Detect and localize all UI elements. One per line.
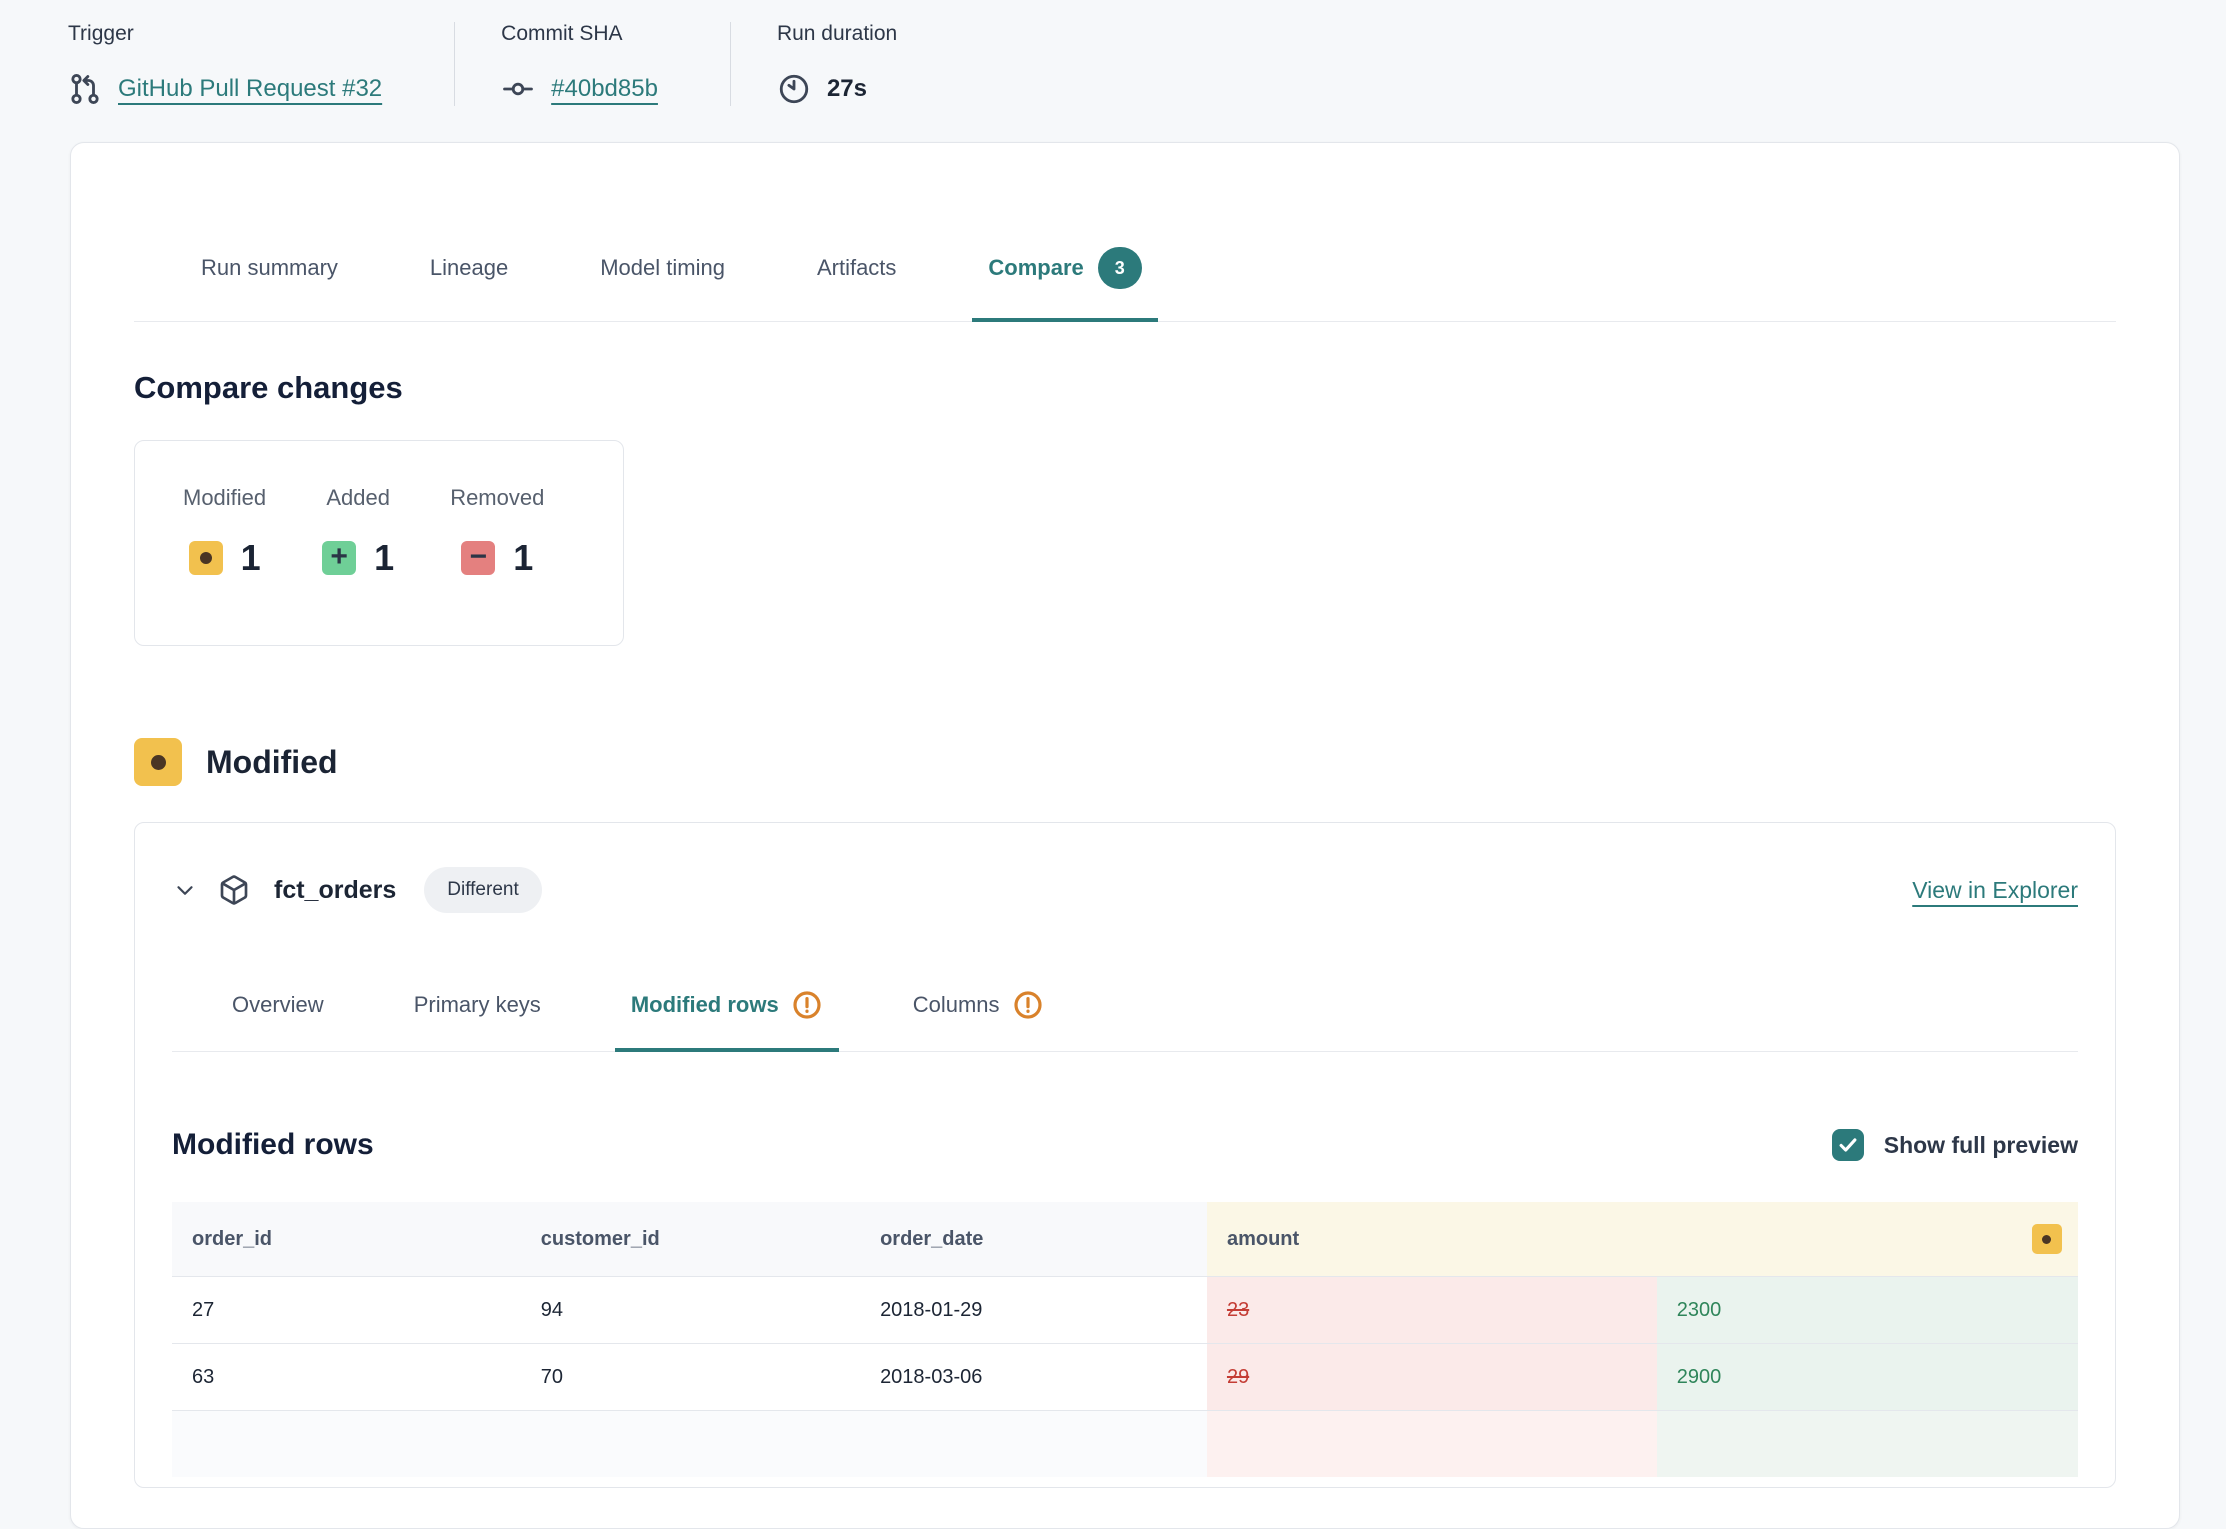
stat-removed: Removed − 1 [450, 485, 544, 579]
table-header-row: order_id customer_id order_date amount [172, 1202, 2078, 1276]
stat-added-count: 1 [374, 537, 394, 579]
duration-value: 27s [827, 75, 867, 103]
run-header: Trigger GitHub Pull Request #32 Commit S… [0, 0, 2226, 106]
trigger-label: Trigger [68, 22, 382, 46]
duration-column: Run duration 27s [730, 22, 969, 106]
trigger-column: Trigger GitHub Pull Request #32 [68, 22, 454, 106]
stat-removed-count: 1 [513, 537, 533, 579]
tab-modified-rows[interactable]: Modified rows [631, 989, 823, 1051]
compare-count-badge: 3 [1098, 247, 1142, 289]
stat-added-label: Added [326, 485, 390, 511]
column-header-amount: amount [1207, 1202, 1657, 1276]
view-in-explorer-link[interactable]: View in Explorer [1912, 877, 2078, 904]
modified-rows-table: order_id customer_id order_date amount 2… [172, 1202, 2078, 1477]
table-row: 27 94 2018-01-29 23 2300 [172, 1276, 2078, 1343]
stat-removed-label: Removed [450, 485, 544, 511]
model-name: fct_orders [274, 876, 396, 905]
trigger-link[interactable]: GitHub Pull Request #32 [118, 75, 382, 103]
main-tab-bar: Run summary Lineage Model timing Artifac… [134, 247, 2116, 322]
column-header-customer-id: customer_id [521, 1202, 860, 1276]
model-card-fct-orders: fct_orders Different View in Explorer Ov… [134, 822, 2116, 1488]
column-header-order-date: order_date [860, 1202, 1207, 1276]
change-summary-card: Modified 1 Added + 1 Removed − 1 [134, 440, 624, 646]
amount-old-value: 23 [1207, 1277, 1657, 1343]
stat-modified: Modified 1 [183, 485, 266, 579]
tab-model-timing[interactable]: Model timing [600, 247, 725, 321]
model-status-badge: Different [424, 867, 541, 913]
table-row: 63 70 2018-03-06 29 2900 [172, 1343, 2078, 1410]
modified-section-icon [134, 738, 182, 786]
column-header-amount-modified [1657, 1202, 2078, 1276]
amount-old-value: 29 [1207, 1344, 1657, 1410]
stat-modified-count: 1 [241, 537, 261, 579]
tab-artifacts[interactable]: Artifacts [817, 247, 896, 321]
run-detail-card: Run summary Lineage Model timing Artifac… [70, 142, 2180, 1529]
tab-overview[interactable]: Overview [232, 989, 324, 1051]
commit-icon [501, 72, 535, 106]
duration-label: Run duration [777, 22, 897, 46]
added-square-icon: + [322, 541, 356, 575]
commit-column: Commit SHA #40bd85b [454, 22, 730, 106]
tab-compare[interactable]: Compare 3 [988, 247, 1141, 321]
chevron-down-icon[interactable] [172, 877, 198, 903]
amount-new-value: 2900 [1657, 1344, 2078, 1410]
tab-columns[interactable]: Columns [913, 989, 1044, 1051]
show-full-preview-checkbox[interactable] [1832, 1129, 1864, 1161]
stat-added: Added + 1 [322, 485, 394, 579]
removed-square-icon: − [461, 541, 495, 575]
show-full-preview-label: Show full preview [1884, 1132, 2078, 1159]
amount-modified-icon [2032, 1224, 2062, 1254]
warning-icon [791, 989, 823, 1021]
pull-request-icon [68, 72, 102, 106]
tab-lineage[interactable]: Lineage [430, 247, 508, 321]
commit-sha-link[interactable]: #40bd85b [551, 75, 658, 103]
clock-icon [777, 72, 811, 106]
table-row-clipped [172, 1410, 2078, 1477]
modified-section-heading: Modified [134, 738, 2116, 786]
tab-primary-keys[interactable]: Primary keys [414, 989, 541, 1051]
check-icon [1837, 1134, 1859, 1156]
commit-label: Commit SHA [501, 22, 658, 46]
stat-modified-label: Modified [183, 485, 266, 511]
model-tab-bar: Overview Primary keys Modified rows Colu… [172, 989, 2078, 1052]
modified-square-icon [189, 541, 223, 575]
modified-section-title: Modified [206, 744, 338, 781]
column-header-order-id: order_id [172, 1202, 521, 1276]
package-icon [218, 874, 250, 906]
amount-new-value: 2300 [1657, 1277, 2078, 1343]
tab-run-summary[interactable]: Run summary [201, 247, 338, 321]
show-full-preview-toggle[interactable]: Show full preview [1832, 1129, 2078, 1161]
warning-icon [1012, 989, 1044, 1021]
modified-rows-heading: Modified rows [172, 1128, 374, 1162]
compare-changes-heading: Compare changes [134, 370, 2116, 406]
